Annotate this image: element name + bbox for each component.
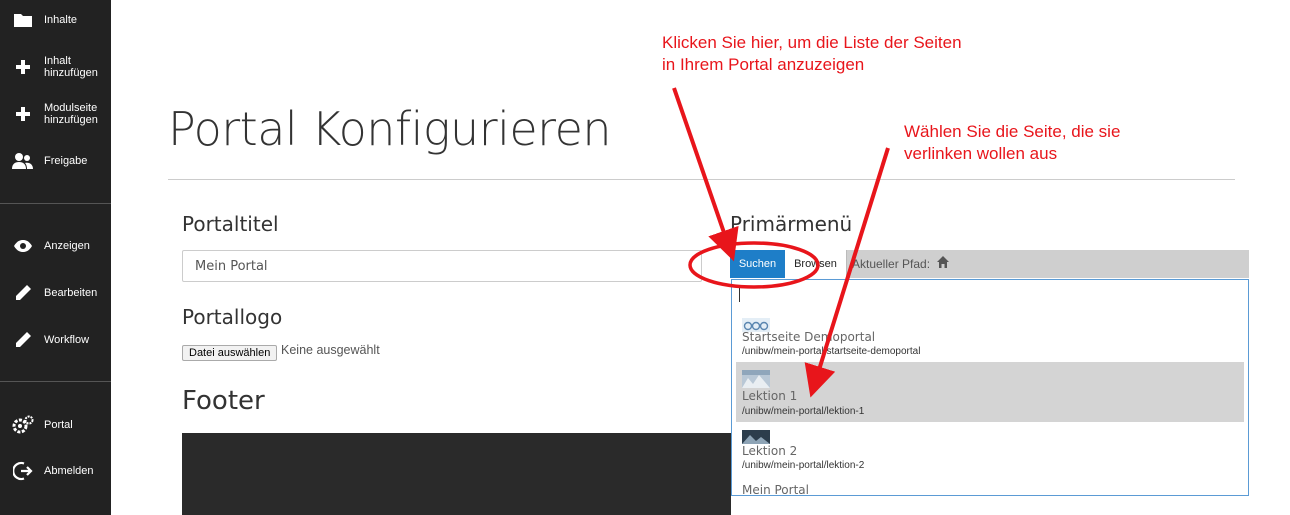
thumbnail-image (742, 430, 770, 444)
tab-suchen[interactable]: Suchen (730, 250, 785, 278)
list-item[interactable]: Startseite Demoportal /unibw/mein-portal… (736, 310, 1244, 370)
footer-editor[interactable] (182, 433, 731, 515)
sidebar: Inhalte Inhalt hinzufügen Modulseite hin… (0, 0, 111, 515)
sidebar-item-label: Freigabe (44, 155, 88, 167)
sidebar-item-label: Inhalte (44, 14, 78, 26)
result-title: Mein Portal (742, 483, 809, 496)
file-status-text: Keine ausgewählt (281, 343, 380, 357)
title-divider (168, 179, 1235, 180)
primaermenu-label: Primärmenü (730, 212, 853, 236)
eye-icon (12, 235, 34, 257)
sidebar-item-label: Modulseite hinzufügen (44, 102, 98, 126)
sidebar-divider (0, 203, 111, 204)
annotation-note-2: Wählen Sie die Seite, die sie verlinken … (904, 122, 1121, 163)
footer-label: Footer (182, 386, 265, 416)
file-select-button[interactable]: Datei auswählen (182, 345, 278, 361)
sidebar-item-label: Inhalt hinzufügen (44, 55, 98, 79)
annotation-note-1: Klicken Sie hier, um die Liste der Seite… (662, 33, 962, 74)
sidebar-item-bearbeiten[interactable]: Bearbeiten (0, 273, 111, 313)
sidebar-item-label: Abmelden (44, 465, 94, 477)
sidebar-item-modulseite-hinzufuegen[interactable]: Modulseite hinzufügen (0, 94, 111, 134)
pencil-icon (12, 282, 34, 304)
result-title: Startseite Demoportal (742, 330, 876, 344)
sidebar-item-label: Anzeigen (44, 240, 90, 252)
result-path: /unibw/mein-portal/startseite-demoportal (742, 346, 921, 357)
sidebar-item-inhalte[interactable]: Inhalte (0, 0, 111, 40)
search-results-dropdown[interactable]: Startseite Demoportal /unibw/mein-portal… (731, 279, 1249, 496)
sidebar-divider (0, 381, 111, 382)
current-path-label: Aktueller Pfad: (852, 257, 931, 271)
result-title: Lektion 1 (742, 389, 798, 403)
result-path: /unibw/mein-portal/lektion-1 (742, 406, 865, 417)
result-title: Lektion 2 (742, 444, 798, 458)
gears-icon (12, 414, 34, 436)
sidebar-item-anzeigen[interactable]: Anzeigen (0, 226, 111, 266)
sidebar-item-portal[interactable]: Portal (0, 405, 111, 445)
sidebar-item-label: Workflow (44, 334, 90, 346)
list-item[interactable]: Lektion 2 /unibw/mein-portal/lektion-2 (736, 422, 1244, 482)
logout-icon (12, 460, 34, 482)
portallogo-label: Portallogo (182, 305, 283, 329)
result-path: /unibw/mein-portal/lektion-2 (742, 460, 865, 471)
sidebar-item-abmelden[interactable]: Abmelden (0, 451, 111, 491)
list-item[interactable]: Mein Portal (736, 478, 1244, 496)
sidebar-item-inhalt-hinzufuegen[interactable]: Inhalt hinzufügen (0, 47, 111, 87)
folder-icon (12, 9, 34, 31)
sidebar-item-label: Bearbeiten (44, 287, 98, 299)
plus-icon (12, 103, 34, 125)
pencil-icon (12, 329, 34, 351)
sidebar-item-label: Portal (44, 419, 73, 431)
page-title: Portal Konfigurieren (168, 102, 612, 156)
sidebar-item-freigabe[interactable]: Freigabe (0, 141, 111, 181)
annotation-arrow (672, 87, 739, 262)
plus-icon (12, 56, 34, 78)
portaltitel-input[interactable] (182, 250, 702, 282)
search-input-caret[interactable] (739, 288, 740, 302)
thumbnail-image (742, 370, 770, 388)
tab-browsen[interactable]: Browsen (785, 250, 847, 278)
users-icon (12, 150, 34, 172)
list-item[interactable]: Lektion 1 /unibw/mein-portal/lektion-1 (736, 362, 1244, 422)
portaltitel-label: Portaltitel (182, 212, 279, 236)
sidebar-item-workflow[interactable]: Workflow (0, 320, 111, 360)
home-icon[interactable] (936, 255, 950, 269)
